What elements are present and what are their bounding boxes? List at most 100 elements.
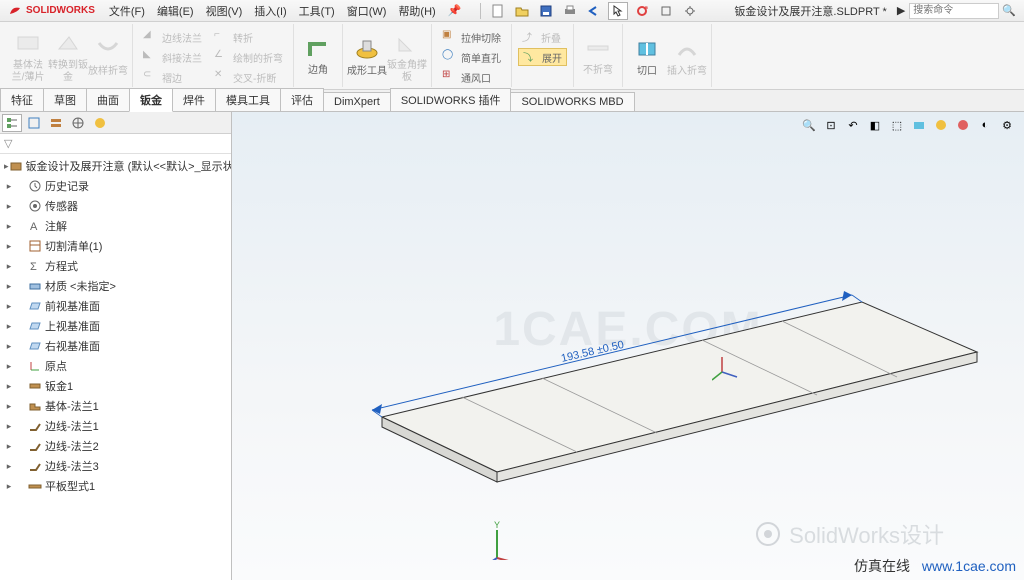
document-title: 钣金设计及展开注意.SLDPRT * (734, 3, 886, 19)
tree-item[interactable]: ▸材质 <未指定> (0, 276, 231, 296)
tree-item[interactable]: ▸边线-法兰2 (0, 436, 231, 456)
previous-view-icon[interactable]: ↶ (844, 116, 862, 134)
menu-view[interactable]: 视图(V) (200, 3, 249, 19)
new-doc-button[interactable] (488, 2, 508, 20)
menu-insert[interactable]: 插入(I) (248, 3, 292, 19)
tree-item[interactable]: ▸前视基准面 (0, 296, 231, 316)
footer-link: 仿真在线 www.1cae.com (854, 556, 1016, 576)
unfold-button[interactable]: ⤵展开 (518, 48, 567, 66)
extruded-cut-button[interactable]: ▣拉伸切除 (438, 28, 505, 46)
menu-edit[interactable]: 编辑(E) (151, 3, 200, 19)
ribbon: 基体法兰/薄片 转换到钣金 放样折弯 ◢边线法兰 ◣斜接法兰 ⊂褶边 ⌐转折 ∠… (0, 22, 1024, 90)
tab-mbd[interactable]: SOLIDWORKS MBD (510, 92, 634, 111)
rebuild-button[interactable] (632, 2, 652, 20)
search-input[interactable] (909, 3, 999, 19)
tree-item-label: 前视基准面 (45, 298, 100, 314)
tree-item[interactable]: ▸边线-法兰1 (0, 416, 231, 436)
separator (480, 3, 481, 19)
menu-file[interactable]: 文件(F) (103, 3, 151, 19)
property-manager-tab[interactable] (24, 114, 44, 132)
title-bar: SOLIDWORKS 文件(F) 编辑(E) 视图(V) 插入(I) 工具(T)… (0, 0, 1024, 22)
tab-weldments[interactable]: 焊件 (172, 88, 216, 111)
view-orientation-icon[interactable]: ⬚ (888, 116, 906, 134)
zoom-area-icon[interactable]: ⊡ (822, 116, 840, 134)
display-manager-tab[interactable] (90, 114, 110, 132)
corners-button[interactable]: 边角 (298, 26, 338, 85)
menu-tools[interactable]: 工具(T) (293, 3, 341, 19)
print-button[interactable] (560, 2, 580, 20)
ribbon-group-cut: ▣拉伸切除 ◯简单直孔 ⊞通风口 (432, 24, 512, 87)
3d-viewport[interactable]: 🔍 ⊡ ↶ ◧ ⬚ ◐ ⚙ 1CAE.COM (232, 112, 1024, 580)
tab-mold-tools[interactable]: 模具工具 (215, 88, 281, 111)
zoom-fit-icon[interactable]: 🔍 (800, 116, 818, 134)
vent-button[interactable]: ⊞通风口 (438, 68, 505, 86)
tree-item[interactable]: ▸Σ方程式 (0, 256, 231, 276)
tree-item[interactable]: ▸钣金1 (0, 376, 231, 396)
rip-button[interactable]: 切口 (627, 26, 667, 86)
ribbon-group-corner: 边角 (294, 24, 343, 87)
tree-item-label: 边线-法兰2 (45, 438, 99, 454)
tab-features[interactable]: 特征 (0, 88, 44, 111)
open-doc-button[interactable] (512, 2, 532, 20)
select-button[interactable] (608, 2, 628, 20)
forming-tool-button[interactable]: 成形工具 (347, 26, 387, 86)
tree-item[interactable]: ▸A注解 (0, 216, 231, 236)
tab-addins[interactable]: SOLIDWORKS 插件 (390, 88, 512, 111)
apply-scene-icon[interactable]: ◐ (976, 116, 994, 134)
filter-icon[interactable]: ▽ (4, 137, 12, 150)
tab-surfaces[interactable]: 曲面 (86, 88, 130, 111)
options-icon[interactable] (656, 2, 676, 20)
tree-item[interactable]: ▸平板型式1 (0, 476, 231, 496)
tab-dimxpert[interactable]: DimXpert (323, 92, 391, 111)
edit-appearance-icon[interactable] (954, 116, 972, 134)
tab-evaluate[interactable]: 评估 (280, 88, 324, 111)
section-view-icon[interactable]: ◧ (866, 116, 884, 134)
feature-tree-tab[interactable] (2, 114, 22, 132)
tree-item-label: 原点 (45, 358, 67, 374)
app-name: SOLIDWORKS (26, 5, 95, 16)
menu-help[interactable]: 帮助(H) (392, 3, 441, 19)
save-button[interactable] (536, 2, 556, 20)
jog-button: ⌐转折 (210, 28, 287, 46)
simple-hole-button[interactable]: ◯简单直孔 (438, 48, 505, 66)
tab-sketch[interactable]: 草图 (43, 88, 87, 111)
fold-button: ⤴折叠 (518, 28, 567, 46)
main-area: ▽ ▸ 钣金设计及展开注意 (默认<<默认>_显示状态 1> ▸历史记录▸传感器… (0, 112, 1024, 580)
ribbon-group-forming: 成形工具 钣金角撑板 (343, 24, 432, 87)
undo-button[interactable] (584, 2, 604, 20)
filter-row: ▽ (0, 134, 231, 154)
display-style-icon[interactable] (910, 116, 928, 134)
tree-item-label: 边线-法兰3 (45, 458, 99, 474)
tree-item-label: 右视基准面 (45, 338, 100, 354)
panel-tabs (0, 112, 231, 134)
cross-break-button: ✕交叉-折断 (210, 68, 287, 86)
model-origin-icon (712, 352, 742, 382)
menu-window[interactable]: 窗口(W) (341, 3, 393, 19)
tree-item[interactable]: ▸边线-法兰3 (0, 456, 231, 476)
tree-root[interactable]: ▸ 钣金设计及展开注意 (默认<<默认>_显示状态 1> (0, 156, 231, 176)
gusset-button: 钣金角撑板 (387, 26, 427, 86)
tree-item[interactable]: ▸切割清单(1) (0, 236, 231, 256)
settings-gear-icon[interactable] (680, 2, 700, 20)
tree-item-label: 历史记录 (45, 178, 89, 194)
tree-item[interactable]: ▸传感器 (0, 196, 231, 216)
view-settings-icon[interactable]: ⚙ (998, 116, 1016, 134)
hide-show-icon[interactable] (932, 116, 950, 134)
config-manager-tab[interactable] (46, 114, 66, 132)
search-trigger-icon[interactable]: ▶ (897, 4, 905, 17)
tree-item[interactable]: ▸基体-法兰1 (0, 396, 231, 416)
ribbon-group-flanges: ◢边线法兰 ◣斜接法兰 ⊂褶边 ⌐转折 ∠绘制的折弯 ✕交叉-折断 (133, 24, 294, 87)
tab-sheetmetal[interactable]: 钣金 (129, 88, 173, 112)
tree-item[interactable]: ▸右视基准面 (0, 336, 231, 356)
search-icon[interactable]: 🔍 (1002, 4, 1016, 17)
tree-item-label: 边线-法兰1 (45, 418, 99, 434)
tree-item-label: 钣金1 (45, 378, 73, 394)
menu-pin-icon[interactable]: 📌 (442, 4, 468, 17)
tree-item[interactable]: ▸原点 (0, 356, 231, 376)
tree-root-label: 钣金设计及展开注意 (默认<<默认>_显示状态 1> (26, 158, 231, 174)
dimxpert-manager-tab[interactable] (68, 114, 88, 132)
tree-item[interactable]: ▸历史记录 (0, 176, 231, 196)
reference-triad-icon: Y X Z (482, 520, 522, 560)
edge-flange-button: ◢边线法兰 (139, 28, 206, 46)
tree-item[interactable]: ▸上视基准面 (0, 316, 231, 336)
